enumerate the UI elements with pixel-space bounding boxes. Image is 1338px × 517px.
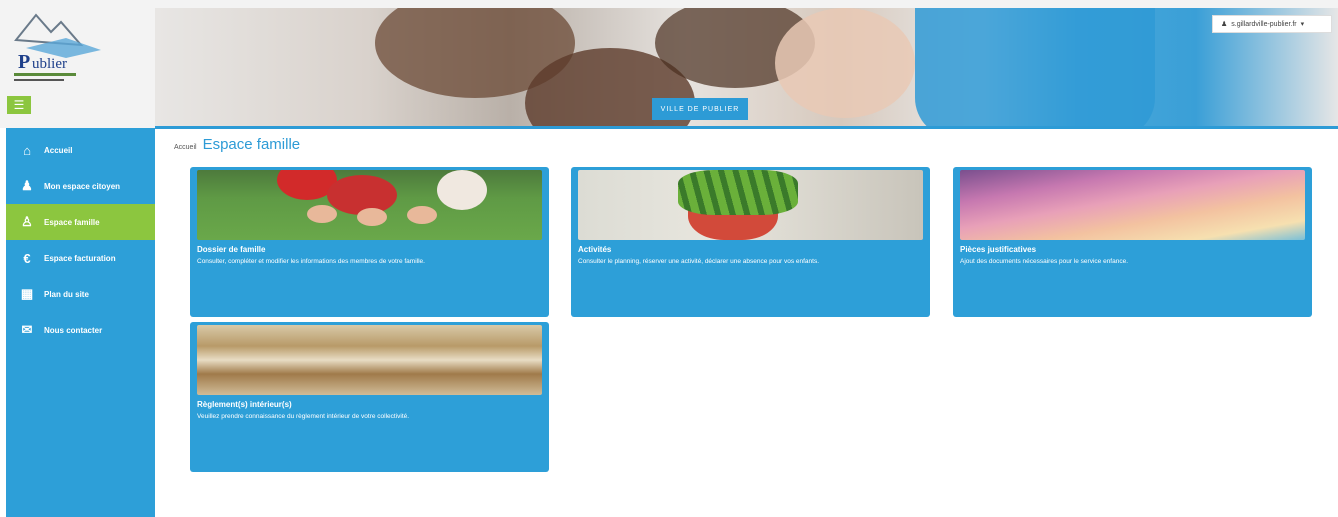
breadcrumb-home-link[interactable]: Accueil <box>174 144 197 151</box>
page-title: Espace famille <box>202 136 301 153</box>
card-title: Activités <box>578 245 612 254</box>
card-description: Ajout des documents nécessaires pour le … <box>960 258 1129 265</box>
sitemap-icon: ▦ <box>20 286 34 301</box>
mail-icon: ✉ <box>21 322 33 337</box>
card-title: Règlement(s) intérieur(s) <box>197 400 292 409</box>
city-button[interactable]: VILLE DE PUBLIER <box>652 98 748 120</box>
sidebar-item-mon-espace-citoyen[interactable]: ♟ Mon espace citoyen <box>6 168 155 204</box>
user-icon: ♟ <box>1221 21 1228 28</box>
menu-toggle-button[interactable]: ☰ <box>7 96 31 114</box>
sidebar-item-plan-du-site[interactable]: ▦ Plan du site <box>6 276 155 312</box>
divider <box>155 126 1338 129</box>
sidebar-item-accueil[interactable]: ⌂ Accueil <box>6 132 155 168</box>
card-description: Consulter, compléter et modifier les inf… <box>197 258 425 265</box>
caret-down-icon: ▾ <box>1300 21 1305 28</box>
card-image <box>960 170 1305 240</box>
card-title: Dossier de famille <box>197 245 266 254</box>
card-pieces-justificatives[interactable]: Pièces justificatives Ajout des document… <box>953 167 1312 317</box>
card-dossier-de-famille[interactable]: Dossier de famille Consulter, compléter … <box>190 167 549 317</box>
card-description: Veuillez prendre connaissance du règleme… <box>197 413 410 420</box>
card-image <box>578 170 923 240</box>
euro-icon: € <box>23 250 31 266</box>
family-icon: ♙ <box>21 214 33 229</box>
sidebar-item-espace-facturation[interactable]: € Espace facturation <box>6 240 155 276</box>
card-description: Consulter le planning, réserver une acti… <box>578 258 820 265</box>
logo[interactable]: P ublier <box>6 10 106 90</box>
card-activites[interactable]: Activités Consulter le planning, réserve… <box>571 167 930 317</box>
user-menu[interactable]: ♟ s.gillardville-publier.fr ▾ <box>1212 15 1332 33</box>
sidebar-item-espace-famille[interactable]: ♙ Espace famille <box>6 204 155 240</box>
card-image <box>197 325 542 395</box>
sidebar: ⌂ Accueil ♟ Mon espace citoyen ♙ Espace … <box>6 128 155 517</box>
svg-text:P: P <box>18 51 30 73</box>
card-image <box>197 170 542 240</box>
card-reglements-interieurs[interactable]: Règlement(s) intérieur(s) Veuillez prend… <box>190 322 549 472</box>
logo-text: ublier <box>32 56 67 72</box>
header: P ublier ☰ VILLE DE PUBLIER ♟ s.gillardv… <box>0 0 1338 129</box>
user-label: s.gillardville-publier.fr <box>1231 20 1297 28</box>
user-icon: ♟ <box>21 178 33 193</box>
sidebar-item-nous-contacter[interactable]: ✉ Nous contacter <box>6 312 155 348</box>
breadcrumb: Accueil Espace famille <box>174 136 300 153</box>
home-icon: ⌂ <box>23 142 31 158</box>
card-title: Pièces justificatives <box>960 245 1037 254</box>
